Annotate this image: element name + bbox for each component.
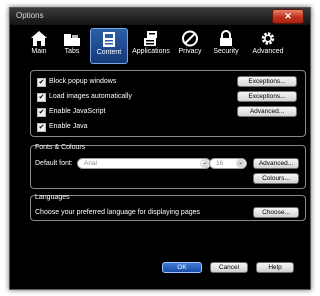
ok-button[interactable]: OK [162, 262, 202, 273]
window-title: Options [16, 11, 44, 20]
chevron-down-icon: ⌄ [236, 159, 245, 168]
enable-java-checkbox[interactable]: ✔ [37, 123, 46, 132]
enable-javascript-label: Enable JavaScript [49, 108, 106, 115]
tab-content[interactable]: Content [90, 28, 128, 64]
tab-tabs[interactable]: Tabs [56, 28, 88, 64]
tab-applications-label: Applications [132, 48, 170, 55]
fonts-colours-group: Fonts & Colours Default font: Arial ⌄ Si… [30, 144, 306, 189]
lock-icon [220, 30, 232, 46]
title-bar[interactable]: Options ✕ [10, 8, 310, 25]
tab-security-label: Security [213, 48, 239, 55]
colours-button[interactable]: Colours... [253, 173, 299, 184]
block-popups-checkbox[interactable]: ✔ [37, 78, 46, 87]
block-popups-label: Block popup windows [49, 78, 117, 85]
applications-icon [144, 31, 157, 46]
tabs-icon [64, 34, 80, 46]
tab-content-label: Content [96, 49, 122, 56]
tab-advanced[interactable]: Advanced [248, 28, 288, 64]
gear-icon [261, 32, 275, 45]
fonts-advanced-button[interactable]: Advanced... [253, 158, 299, 169]
default-font-label: Default font: [35, 160, 73, 167]
languages-title: Languages [35, 194, 70, 201]
load-images-label: Load images automatically [49, 93, 132, 100]
tab-privacy-label: Privacy [178, 48, 202, 55]
cancel-button[interactable]: Cancel [210, 262, 248, 273]
tab-main[interactable]: Main [23, 28, 55, 64]
javascript-advanced-button[interactable]: Advanced... [237, 106, 297, 117]
choose-language-button[interactable]: Choose... [253, 207, 299, 218]
tab-advanced-label: Advanced [252, 48, 284, 55]
tab-privacy[interactable]: Privacy [174, 28, 206, 64]
tab-tabs-label: Tabs [64, 48, 80, 55]
load-images-checkbox[interactable]: ✔ [37, 93, 46, 102]
category-toolbar: Main Tabs Content Applications Privacy S… [10, 26, 310, 68]
popup-exceptions-button[interactable]: Exceptions... [237, 76, 297, 87]
enable-javascript-checkbox[interactable]: ✔ [37, 108, 46, 117]
tab-main-label: Main [31, 48, 47, 55]
default-font-value: Arial [84, 160, 98, 167]
content-icon [103, 32, 115, 47]
tab-security[interactable]: Security [208, 28, 244, 64]
size-label: Size: [191, 160, 207, 167]
languages-description: Choose your preferred language for displ… [35, 209, 200, 216]
font-size-select[interactable]: 16 ⌄ [209, 158, 247, 169]
home-icon [31, 31, 47, 46]
close-button[interactable]: ✕ [272, 9, 304, 24]
enable-java-label: Enable Java [49, 123, 88, 130]
font-size-value: 16 [216, 160, 224, 167]
fonts-colours-title: Fonts & Colours [35, 144, 86, 151]
help-button[interactable]: Help [256, 262, 294, 273]
tab-applications[interactable]: Applications [130, 28, 172, 64]
privacy-icon [182, 30, 198, 47]
images-exceptions-button[interactable]: Exceptions... [237, 91, 297, 102]
content-options-group: ✔ Block popup windows Exceptions... ✔ Lo… [30, 70, 306, 137]
options-dialog: Options ✕ Main Tabs Content Applications… [9, 7, 311, 290]
languages-group: Languages Choose your preferred language… [30, 194, 306, 221]
